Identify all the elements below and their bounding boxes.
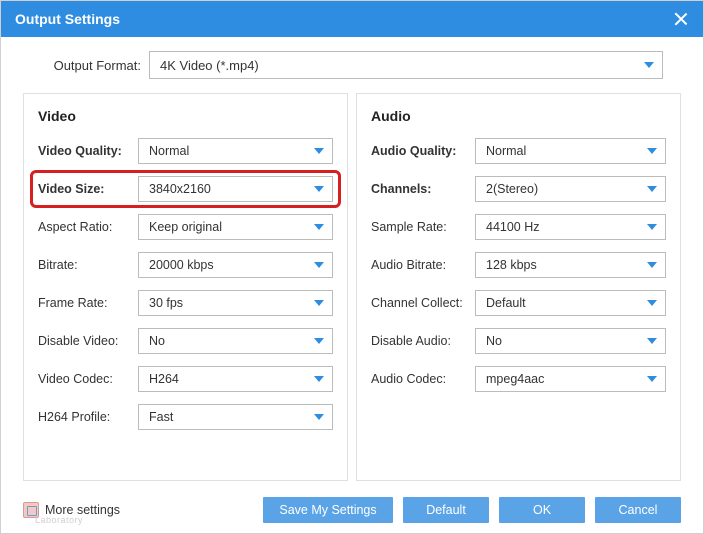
disable-audio-select[interactable]: No (475, 328, 666, 354)
video-quality-row: Video Quality: Normal (38, 138, 333, 164)
chevron-down-icon (647, 148, 657, 154)
aspect-ratio-row: Aspect Ratio: Keep original (38, 214, 333, 240)
sample-rate-value: 44100 Hz (486, 220, 540, 234)
chevron-down-icon (647, 338, 657, 344)
audio-codec-row: Audio Codec: mpeg4aac (371, 366, 666, 392)
audio-bitrate-label: Audio Bitrate: (371, 258, 475, 272)
aspect-ratio-value: Keep original (149, 220, 222, 234)
h264-profile-value: Fast (149, 410, 173, 424)
output-format-label: Output Format: (41, 58, 149, 73)
video-bitrate-select[interactable]: 20000 kbps (138, 252, 333, 278)
audio-quality-value: Normal (486, 144, 526, 158)
chevron-down-icon (314, 376, 324, 382)
h264-profile-select[interactable]: Fast (138, 404, 333, 430)
save-my-settings-button[interactable]: Save My Settings (263, 497, 393, 523)
video-bitrate-label: Bitrate: (38, 258, 138, 272)
video-codec-label: Video Codec: (38, 372, 138, 386)
video-quality-value: Normal (149, 144, 189, 158)
channels-value: 2(Stereo) (486, 182, 538, 196)
disable-video-value: No (149, 334, 165, 348)
channels-row: Channels: 2(Stereo) (371, 176, 666, 202)
sample-rate-row: Sample Rate: 44100 Hz (371, 214, 666, 240)
disable-audio-label: Disable Audio: (371, 334, 475, 348)
settings-columns: Video Video Quality: Normal Video Size: … (1, 93, 703, 487)
audio-bitrate-select[interactable]: 128 kbps (475, 252, 666, 278)
chevron-down-icon (647, 186, 657, 192)
channels-select[interactable]: 2(Stereo) (475, 176, 666, 202)
channel-collect-value: Default (486, 296, 526, 310)
channels-label: Channels: (371, 182, 475, 196)
audio-bitrate-value: 128 kbps (486, 258, 537, 272)
chevron-down-icon (314, 224, 324, 230)
cancel-button[interactable]: Cancel (595, 497, 681, 523)
frame-rate-value: 30 fps (149, 296, 183, 310)
disable-video-label: Disable Video: (38, 334, 138, 348)
chevron-down-icon (314, 262, 324, 268)
chevron-down-icon (644, 62, 654, 68)
ok-button[interactable]: OK (499, 497, 585, 523)
chevron-down-icon (314, 414, 324, 420)
channel-collect-label: Channel Collect: (371, 296, 475, 310)
chevron-down-icon (647, 300, 657, 306)
aspect-ratio-label: Aspect Ratio: (38, 220, 138, 234)
video-codec-row: Video Codec: H264 (38, 366, 333, 392)
output-format-select[interactable]: 4K Video (*.mp4) (149, 51, 663, 79)
titlebar: Output Settings (1, 1, 703, 37)
default-button[interactable]: Default (403, 497, 489, 523)
chevron-down-icon (314, 338, 324, 344)
chevron-down-icon (647, 376, 657, 382)
audio-heading: Audio (371, 108, 666, 124)
frame-rate-select[interactable]: 30 fps (138, 290, 333, 316)
audio-bitrate-row: Audio Bitrate: 128 kbps (371, 252, 666, 278)
audio-quality-row: Audio Quality: Normal (371, 138, 666, 164)
video-bitrate-value: 20000 kbps (149, 258, 214, 272)
video-heading: Video (38, 108, 333, 124)
h264-profile-row: H264 Profile: Fast (38, 404, 333, 430)
audio-codec-value: mpeg4aac (486, 372, 544, 386)
video-codec-value: H264 (149, 372, 179, 386)
disable-video-row: Disable Video: No (38, 328, 333, 354)
h264-profile-label: H264 Profile: (38, 410, 138, 424)
video-bitrate-row: Bitrate: 20000 kbps (38, 252, 333, 278)
disable-video-select[interactable]: No (138, 328, 333, 354)
audio-quality-label: Audio Quality: (371, 144, 475, 158)
watermark-text: Laboratory (35, 515, 83, 525)
video-quality-label: Video Quality: (38, 144, 138, 158)
audio-quality-select[interactable]: Normal (475, 138, 666, 164)
video-size-value: 3840x2160 (149, 182, 211, 196)
channel-collect-select[interactable]: Default (475, 290, 666, 316)
channel-collect-row: Channel Collect: Default (371, 290, 666, 316)
output-settings-window: Output Settings Output Format: 4K Video … (0, 0, 704, 534)
frame-rate-label: Frame Rate: (38, 296, 138, 310)
video-size-row: Video Size: 3840x2160 (38, 176, 333, 202)
output-format-row: Output Format: 4K Video (*.mp4) (1, 37, 703, 93)
chevron-down-icon (314, 300, 324, 306)
chevron-down-icon (647, 224, 657, 230)
video-quality-select[interactable]: Normal (138, 138, 333, 164)
chevron-down-icon (314, 148, 324, 154)
disable-audio-row: Disable Audio: No (371, 328, 666, 354)
chevron-down-icon (647, 262, 657, 268)
aspect-ratio-select[interactable]: Keep original (138, 214, 333, 240)
frame-rate-row: Frame Rate: 30 fps (38, 290, 333, 316)
video-size-label: Video Size: (38, 182, 138, 196)
sample-rate-label: Sample Rate: (371, 220, 475, 234)
footer: More settings Laboratory Save My Setting… (1, 487, 703, 533)
audio-codec-label: Audio Codec: (371, 372, 475, 386)
output-format-value: 4K Video (*.mp4) (160, 58, 259, 73)
audio-panel: Audio Audio Quality: Normal Channels: 2(… (356, 93, 681, 481)
video-panel: Video Video Quality: Normal Video Size: … (23, 93, 348, 481)
close-icon[interactable] (673, 11, 689, 27)
chevron-down-icon (314, 186, 324, 192)
disable-audio-value: No (486, 334, 502, 348)
sample-rate-select[interactable]: 44100 Hz (475, 214, 666, 240)
video-size-select[interactable]: 3840x2160 (138, 176, 333, 202)
window-title: Output Settings (15, 11, 120, 27)
audio-codec-select[interactable]: mpeg4aac (475, 366, 666, 392)
video-codec-select[interactable]: H264 (138, 366, 333, 392)
